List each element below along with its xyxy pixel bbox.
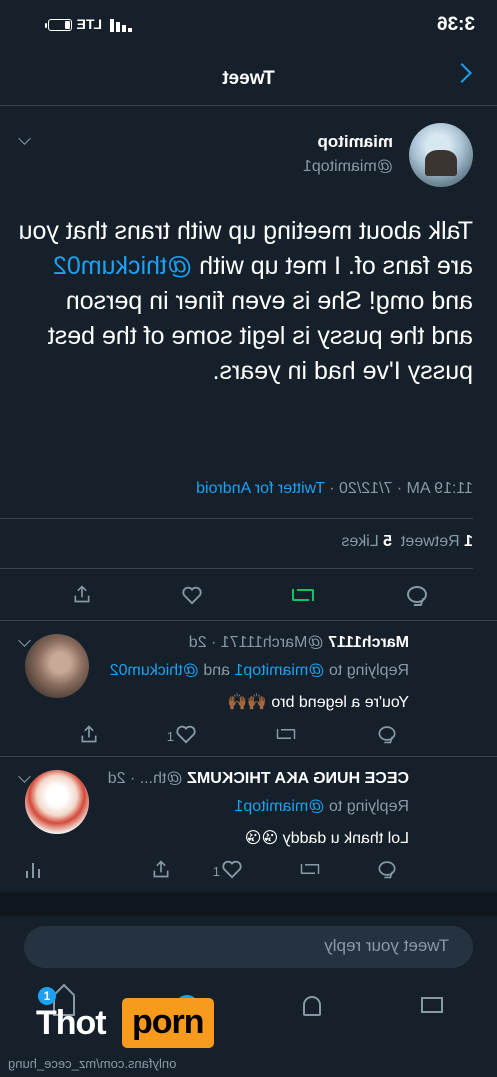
mirrored-screen: 3:36 LTE Tweet miamitop @miamitop1 Talk … [0, 0, 497, 1077]
mention-link[interactable]: @miamitop1 [234, 798, 324, 815]
replying-to: Replying to @miamitop1 and @thickum02 [110, 662, 409, 680]
share-icon[interactable] [79, 724, 99, 744]
like-label[interactable]: Likes [341, 533, 378, 550]
header-divider [0, 105, 497, 106]
watermark-url: onlyfans.com/mz_cece_hung [8, 1056, 177, 1071]
like-icon[interactable] [175, 724, 197, 744]
reply-age: 2d [188, 634, 207, 651]
reply-like-count: 1 [212, 864, 220, 879]
divider [0, 518, 473, 519]
reply-text: Lol thank u daddy 😘😘 [244, 830, 409, 847]
avatar[interactable] [25, 634, 89, 698]
avatar[interactable] [25, 770, 89, 834]
retweet-icon[interactable] [292, 586, 314, 604]
reply-icon[interactable] [378, 861, 396, 876]
status-time: 3:36 [436, 14, 475, 35]
tweet-date: 7/12/20 [338, 480, 393, 497]
like-count[interactable]: 5 [383, 533, 392, 550]
chevron-down-icon[interactable] [18, 770, 31, 783]
tweet-text-part: and omg! She is even finer in person and… [47, 287, 473, 385]
retweet-icon[interactable] [276, 726, 296, 741]
avatar-figure [425, 150, 457, 176]
mention-link[interactable]: @thickum02 [110, 662, 199, 679]
reply-icon[interactable] [378, 726, 396, 741]
notifications-badge: 1 [38, 987, 56, 1005]
reply-author-name[interactable]: CECE HUNG AKA THICKUMZ [187, 770, 409, 787]
chevron-down-icon[interactable] [18, 634, 31, 647]
network-label: LTE [76, 16, 102, 32]
share-icon[interactable] [151, 859, 171, 879]
replying-to-label: Replying to [328, 798, 409, 815]
reply-header: CECE HUNG AKA THICKUMZ @th... · 2d [107, 770, 409, 787]
like-icon[interactable] [221, 859, 243, 879]
share-icon[interactable] [72, 584, 92, 604]
divider [0, 620, 497, 621]
analytics-icon[interactable] [25, 860, 41, 878]
reply-author-handle[interactable]: @th... [140, 770, 183, 787]
replying-to: Replying to @miamitop1 [234, 798, 409, 816]
retweet-count[interactable]: 1 [464, 533, 473, 550]
composer-separator [0, 892, 497, 916]
replying-to-label: Replying to [328, 662, 409, 679]
battery-icon [48, 19, 72, 31]
reply-text: You're a legend bro 🙌🏾🙌🏾 [227, 694, 409, 711]
reply-author-handle[interactable]: @March11171 [221, 634, 324, 651]
retweet-label[interactable]: Retweet [401, 533, 460, 550]
tweet-author-name[interactable]: miamitop [317, 132, 393, 152]
divider [0, 568, 473, 569]
tweet-text: Talk about meeting up with trans that yo… [18, 214, 473, 389]
watermark-logo-right: porn [122, 998, 214, 1048]
mention-link[interactable]: @thickum02 [53, 252, 192, 280]
notifications-icon[interactable] [303, 996, 321, 1016]
chevron-down-icon[interactable] [18, 132, 31, 145]
reply-age: 2d [107, 770, 126, 787]
replying-and: and [203, 662, 230, 679]
reply-header: March1117 @March11171 · 2d [188, 634, 409, 651]
divider [0, 756, 497, 757]
tweet-meta: 11:19 AM · 7/12/20 · Twitter for Android [196, 480, 473, 497]
retweet-icon[interactable] [300, 861, 320, 876]
signal-icon [106, 18, 132, 32]
reply-input-placeholder[interactable]: Tweet your reply [324, 936, 449, 956]
tweet-time: 11:19 AM [406, 480, 473, 497]
tweet-stats: 1 Retweet 5 Likes [341, 533, 473, 551]
tweet-source[interactable]: Twitter for Android [196, 480, 325, 497]
page-title: Tweet [222, 68, 275, 89]
messages-icon[interactable] [421, 997, 443, 1013]
reply-icon[interactable] [407, 586, 427, 603]
mention-link[interactable]: @miamitop1 [234, 662, 324, 679]
reply-author-name[interactable]: March1117 [328, 634, 409, 651]
like-icon[interactable] [181, 585, 203, 605]
tweet-author-handle[interactable]: @miamitop1 [303, 158, 393, 176]
reply-like-count: 1 [166, 729, 174, 744]
watermark-logo-left: Thot [36, 1004, 107, 1042]
